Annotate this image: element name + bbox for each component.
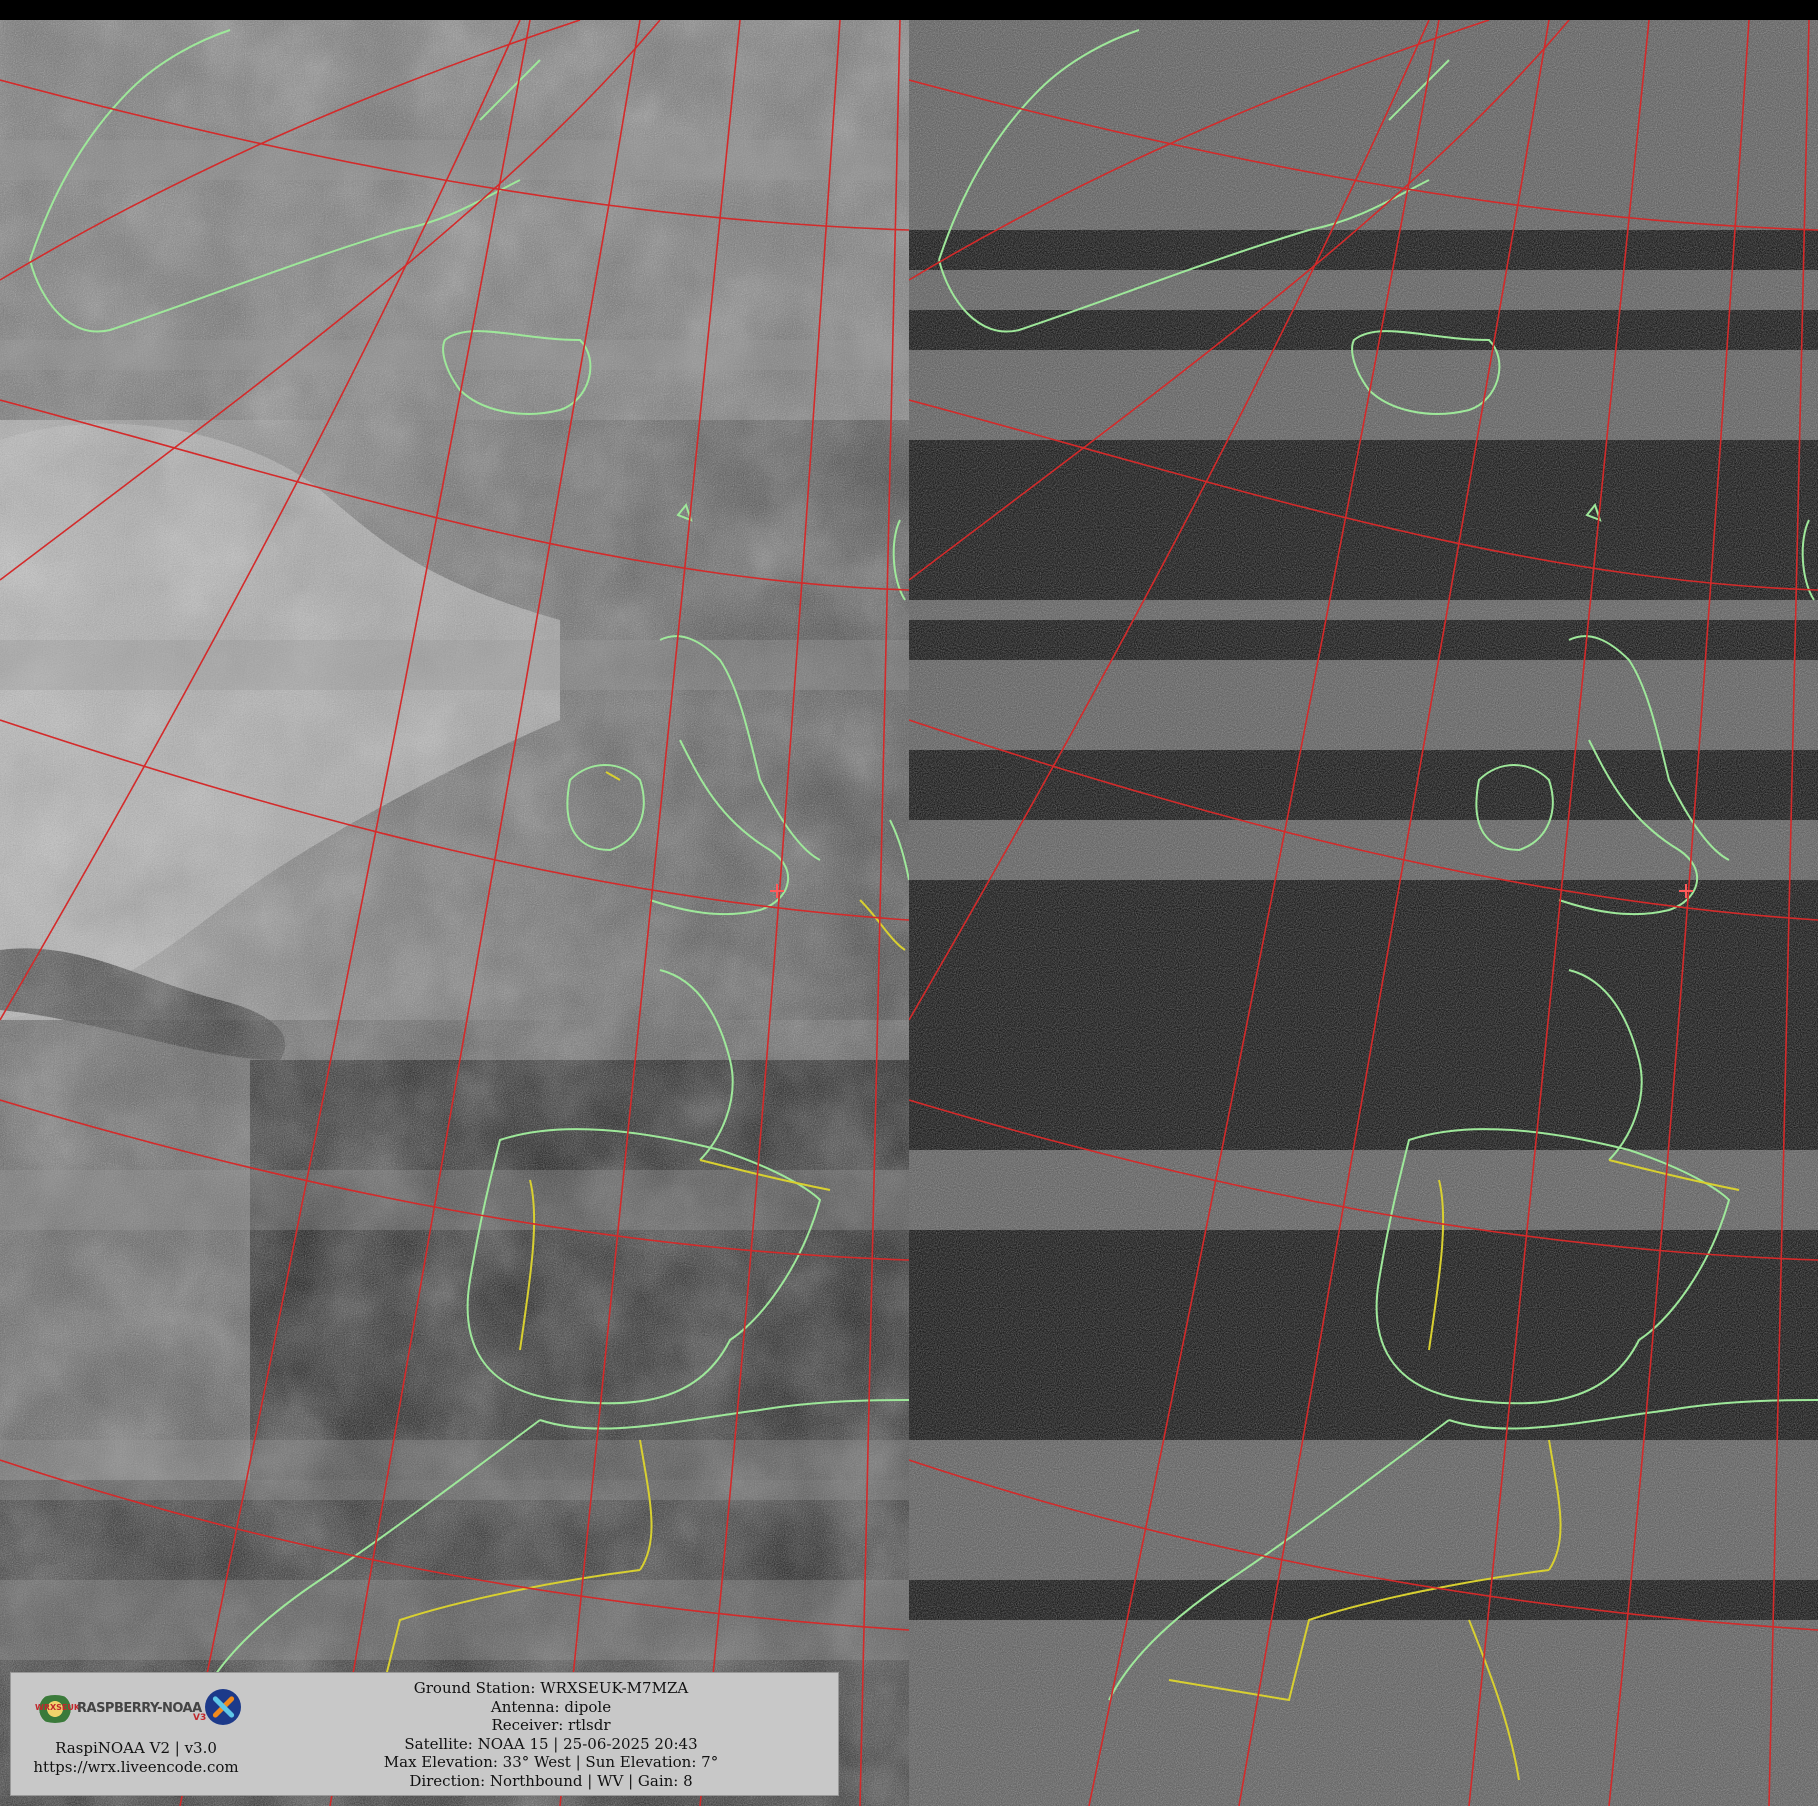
right-channel-image <box>909 20 1818 1806</box>
raspberry-noaa-logo: WRXSEUK RASPBERRY-NOAA V3 <box>33 1687 253 1731</box>
band <box>0 140 909 180</box>
receiver-line: Receiver: rtlsdr <box>491 1716 611 1735</box>
logo-brand-small: WRXSEUK <box>35 1703 81 1712</box>
right-noise-texture <box>909 20 1818 1806</box>
elevation-line: Max Elevation: 33° West | Sun Elevation:… <box>383 1753 719 1772</box>
top-black-bar <box>0 0 1818 20</box>
right-channel-svg <box>909 20 1818 1806</box>
app-url: https://wrx.liveencode.com <box>33 1758 239 1776</box>
band <box>0 640 909 690</box>
satellite-badge-icon <box>205 1689 241 1725</box>
logo-version-mark: V3 <box>193 1713 207 1723</box>
app-info: RaspiNOAA V2 | v3.0 https://wrx.liveenco… <box>11 1739 261 1777</box>
antenna-line: Antenna: dipole <box>490 1697 612 1716</box>
logo-brand-main: RASPBERRY-NOAA <box>77 1701 202 1716</box>
pass-details: Ground Station: WRXSEUK-M7MZA Antenna: d… <box>271 1679 831 1791</box>
ground-station-line: Ground Station: WRXSEUK-M7MZA <box>413 1679 689 1697</box>
satellite-line: Satellite: NOAA 15 | 25-06-2025 20:43 <box>404 1734 698 1753</box>
pass-info-box: WRXSEUK RASPBERRY-NOAA V3 RaspiNOAA V2 |… <box>10 1672 839 1796</box>
band <box>0 1170 909 1230</box>
left-channel-image <box>0 20 909 1806</box>
app-version: RaspiNOAA V2 | v3.0 <box>55 1739 217 1757</box>
band <box>0 1580 909 1660</box>
band <box>0 1440 909 1500</box>
direction-line: Direction: Northbound | WV | Gain: 8 <box>409 1771 693 1790</box>
band <box>0 340 909 370</box>
left-channel-svg <box>0 20 909 1806</box>
left-noise-texture <box>0 20 909 1806</box>
